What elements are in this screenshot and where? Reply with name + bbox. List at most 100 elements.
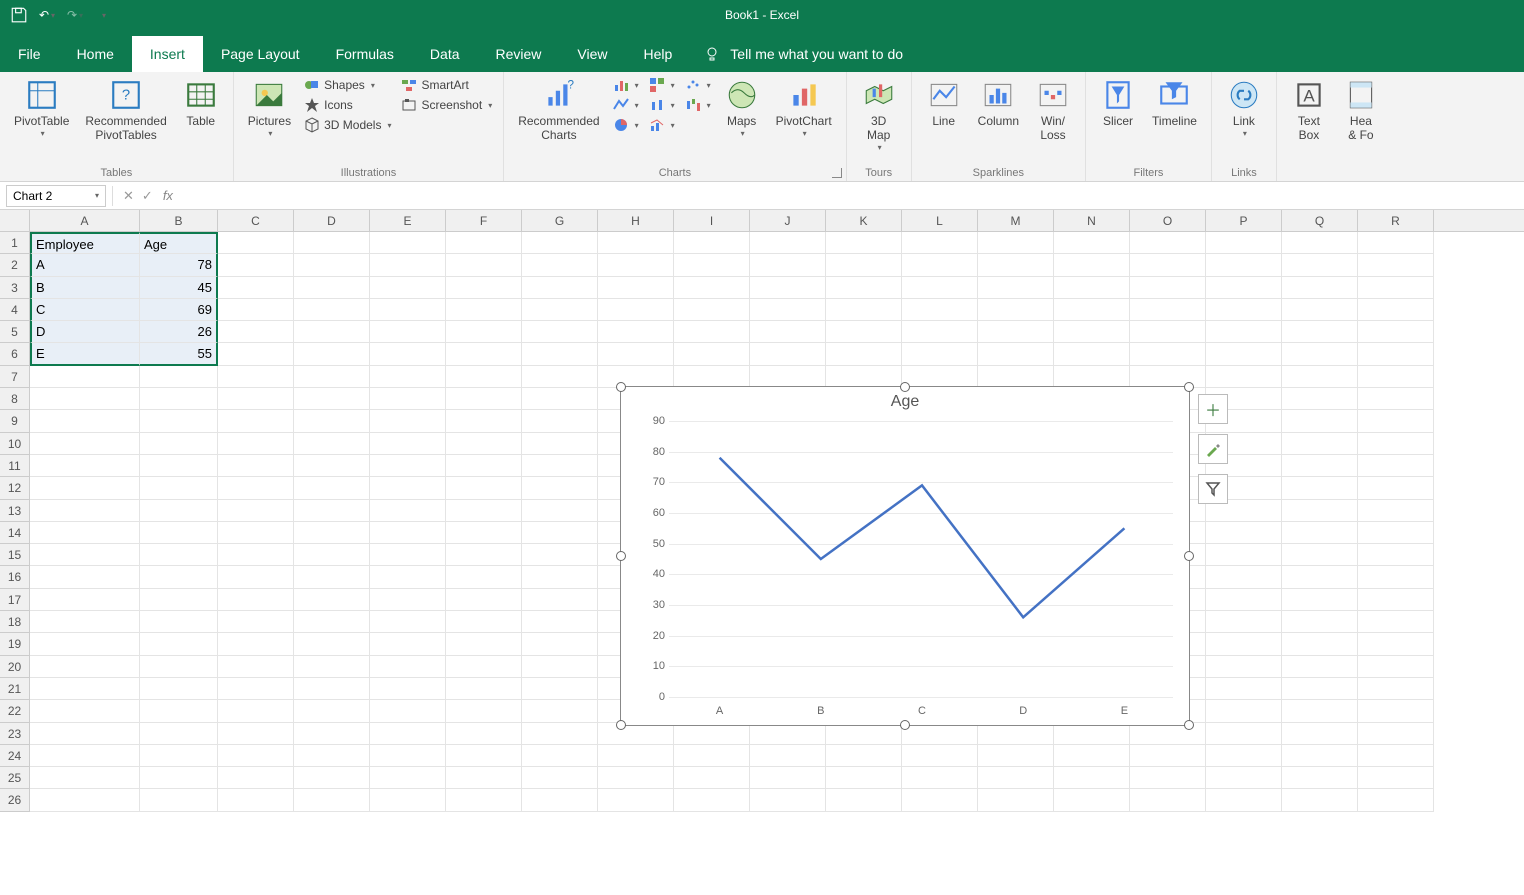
cell-B17[interactable]	[140, 589, 218, 611]
cell-D12[interactable]	[294, 477, 370, 499]
chart-styles-button[interactable]	[1198, 434, 1228, 464]
chart-filter-button[interactable]	[1198, 474, 1228, 504]
cell-D16[interactable]	[294, 566, 370, 588]
cell-K2[interactable]	[826, 254, 902, 276]
cell-B19[interactable]	[140, 633, 218, 655]
cell-E11[interactable]	[370, 455, 446, 477]
cell-O3[interactable]	[1130, 277, 1206, 299]
cell-M7[interactable]	[978, 366, 1054, 388]
cell-H24[interactable]	[598, 745, 674, 767]
cell-R15[interactable]	[1358, 544, 1434, 566]
cell-B2[interactable]: 78	[140, 254, 218, 276]
cell-D10[interactable]	[294, 433, 370, 455]
cell-M24[interactable]	[978, 745, 1054, 767]
cell-C18[interactable]	[218, 611, 294, 633]
cell-A17[interactable]	[30, 589, 140, 611]
row-header-20[interactable]: 20	[0, 656, 30, 678]
cell-P14[interactable]	[1206, 522, 1282, 544]
cell-C13[interactable]	[218, 500, 294, 522]
cell-Q24[interactable]	[1282, 745, 1358, 767]
cell-J4[interactable]	[750, 299, 826, 321]
cell-O2[interactable]	[1130, 254, 1206, 276]
cell-Q25[interactable]	[1282, 767, 1358, 789]
cell-R16[interactable]	[1358, 566, 1434, 588]
cell-O7[interactable]	[1130, 366, 1206, 388]
cell-F15[interactable]	[446, 544, 522, 566]
cell-B26[interactable]	[140, 789, 218, 811]
cell-H4[interactable]	[598, 299, 674, 321]
cell-J26[interactable]	[750, 789, 826, 811]
cell-I4[interactable]	[674, 299, 750, 321]
cell-I7[interactable]	[674, 366, 750, 388]
row-header-12[interactable]: 12	[0, 477, 30, 499]
cell-D4[interactable]	[294, 299, 370, 321]
cell-H7[interactable]	[598, 366, 674, 388]
sparkline-winloss-button[interactable]: Win/ Loss	[1029, 76, 1077, 145]
tab-help[interactable]: Help	[626, 36, 691, 72]
cell-D1[interactable]	[294, 232, 370, 254]
cell-E21[interactable]	[370, 678, 446, 700]
cell-R2[interactable]	[1358, 254, 1434, 276]
cell-F11[interactable]	[446, 455, 522, 477]
row-header-5[interactable]: 5	[0, 321, 30, 343]
cell-P15[interactable]	[1206, 544, 1282, 566]
row-header-17[interactable]: 17	[0, 589, 30, 611]
cell-C14[interactable]	[218, 522, 294, 544]
screenshot-button[interactable]: Screenshot▾	[398, 96, 495, 114]
cell-H3[interactable]	[598, 277, 674, 299]
cell-R26[interactable]	[1358, 789, 1434, 811]
cell-D25[interactable]	[294, 767, 370, 789]
cell-R9[interactable]	[1358, 410, 1434, 432]
statistic-chart-button[interactable]: ▾	[646, 96, 678, 114]
cell-A11[interactable]	[30, 455, 140, 477]
row-header-23[interactable]: 23	[0, 723, 30, 745]
cell-B20[interactable]	[140, 656, 218, 678]
cell-A8[interactable]	[30, 388, 140, 410]
cell-A13[interactable]	[30, 500, 140, 522]
cell-D17[interactable]	[294, 589, 370, 611]
cell-C23[interactable]	[218, 723, 294, 745]
cell-M25[interactable]	[978, 767, 1054, 789]
row-header-15[interactable]: 15	[0, 544, 30, 566]
cell-I5[interactable]	[674, 321, 750, 343]
resize-handle-sw[interactable]	[616, 720, 626, 730]
cell-F10[interactable]	[446, 433, 522, 455]
column-chart-button[interactable]: ▾	[610, 76, 642, 94]
cell-L7[interactable]	[902, 366, 978, 388]
cell-D5[interactable]	[294, 321, 370, 343]
waterfall-chart-button[interactable]: ▾	[682, 96, 714, 114]
cell-P20[interactable]	[1206, 656, 1282, 678]
cell-R25[interactable]	[1358, 767, 1434, 789]
cell-G20[interactable]	[522, 656, 598, 678]
column-header-Q[interactable]: Q	[1282, 210, 1358, 231]
smartart-button[interactable]: SmartArt	[398, 76, 495, 94]
cell-A25[interactable]	[30, 767, 140, 789]
cell-D21[interactable]	[294, 678, 370, 700]
cell-K1[interactable]	[826, 232, 902, 254]
cell-R3[interactable]	[1358, 277, 1434, 299]
cell-R8[interactable]	[1358, 388, 1434, 410]
cell-Q14[interactable]	[1282, 522, 1358, 544]
cell-E13[interactable]	[370, 500, 446, 522]
cell-G9[interactable]	[522, 410, 598, 432]
cell-H5[interactable]	[598, 321, 674, 343]
cell-O6[interactable]	[1130, 343, 1206, 365]
cell-M6[interactable]	[978, 343, 1054, 365]
cell-Q1[interactable]	[1282, 232, 1358, 254]
chart-plot-area[interactable]: 0102030405060708090ABCDE	[669, 421, 1173, 695]
cell-F26[interactable]	[446, 789, 522, 811]
column-header-F[interactable]: F	[446, 210, 522, 231]
cell-J2[interactable]	[750, 254, 826, 276]
cell-F4[interactable]	[446, 299, 522, 321]
cell-B5[interactable]: 26	[140, 321, 218, 343]
cell-R10[interactable]	[1358, 433, 1434, 455]
cell-P22[interactable]	[1206, 700, 1282, 722]
cell-C21[interactable]	[218, 678, 294, 700]
column-header-L[interactable]: L	[902, 210, 978, 231]
cell-B13[interactable]	[140, 500, 218, 522]
cell-R22[interactable]	[1358, 700, 1434, 722]
cell-E25[interactable]	[370, 767, 446, 789]
cell-A7[interactable]	[30, 366, 140, 388]
cell-A16[interactable]	[30, 566, 140, 588]
cell-G11[interactable]	[522, 455, 598, 477]
